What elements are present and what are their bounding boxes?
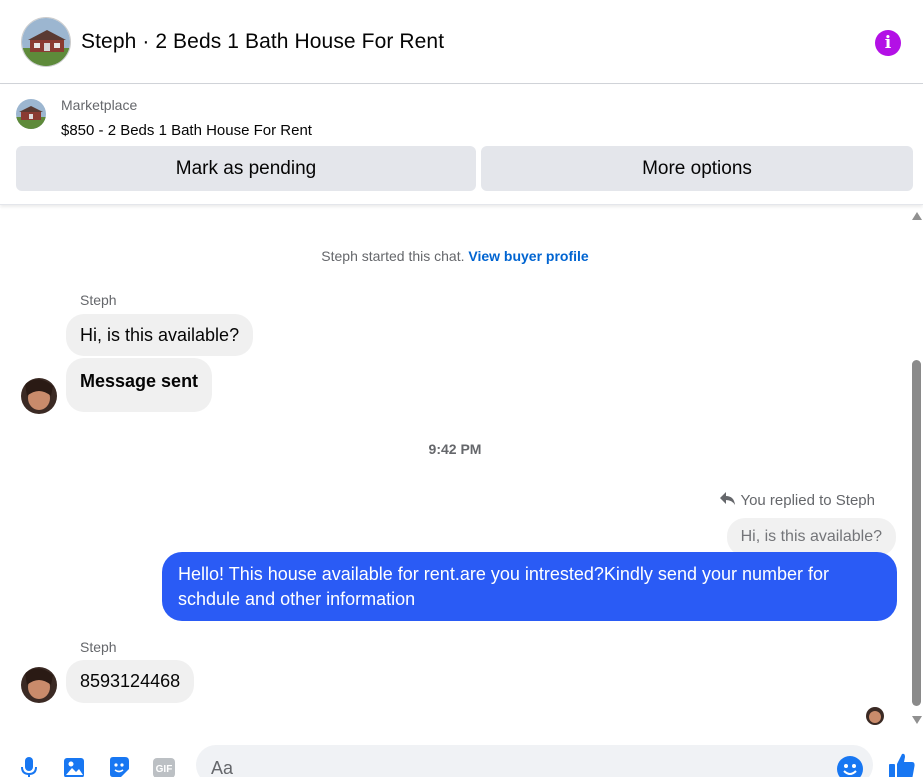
sender-name: Steph — [80, 639, 117, 655]
chat-title: Steph · 2 Beds 1 Bath House For Rent — [81, 29, 445, 53]
chat-started-text: Steph started this chat. — [321, 248, 465, 264]
scroll-up-arrow-icon[interactable] — [912, 212, 922, 220]
scroll-down-arrow-icon[interactable] — [912, 716, 922, 724]
photo-icon[interactable] — [62, 755, 86, 777]
info-icon[interactable]: i — [875, 30, 901, 56]
view-buyer-profile-link[interactable]: View buyer profile — [468, 248, 588, 264]
sender-avatar[interactable] — [21, 378, 57, 414]
listing-thumbnail[interactable] — [16, 99, 46, 129]
listing-avatar[interactable] — [21, 16, 71, 67]
message-thread: Steph started this chat. View buyer prof… — [0, 206, 910, 741]
chat-started-notice: Steph started this chat. View buyer prof… — [0, 248, 910, 264]
seen-indicator-avatar — [866, 707, 884, 725]
scrollbar-thumb[interactable] — [912, 360, 921, 706]
mark-as-pending-button[interactable]: Mark as pending — [16, 146, 476, 191]
message-input[interactable] — [211, 745, 811, 777]
gif-icon[interactable]: GIF — [152, 755, 176, 777]
thread-scrollbar[interactable] — [910, 206, 923, 731]
incoming-message[interactable]: Message sent — [66, 358, 213, 412]
incoming-message[interactable]: Hi, is this available? — [66, 314, 254, 356]
more-options-button[interactable]: More options — [481, 146, 913, 191]
outgoing-message[interactable]: Hello! This house available for rent.are… — [162, 552, 897, 621]
message-input-container[interactable] — [196, 745, 873, 777]
reply-arrow-icon — [720, 492, 736, 509]
reply-note-text: You replied to Steph — [740, 492, 875, 509]
messenger-chat-window: Steph · 2 Beds 1 Bath House For Rent i M… — [0, 0, 923, 777]
thumbs-up-icon[interactable] — [887, 751, 917, 777]
sender-avatar[interactable] — [21, 667, 57, 703]
microphone-icon[interactable] — [17, 755, 41, 777]
reply-note: You replied to Steph — [720, 492, 875, 509]
gif-icon-label: GIF — [156, 764, 173, 775]
message-composer: GIF — [0, 741, 923, 777]
quoted-message[interactable]: Hi, is this available? — [726, 518, 896, 556]
listing-title[interactable]: $850 - 2 Beds 1 Bath House For Rent — [61, 122, 312, 139]
sender-name: Steph — [80, 292, 117, 308]
emoji-icon[interactable] — [837, 756, 863, 777]
marketplace-listing-card: Marketplace $850 - 2 Beds 1 Bath House F… — [0, 85, 923, 205]
message-timestamp: 9:42 PM — [428, 441, 482, 457]
incoming-message[interactable]: 8593124468 — [66, 660, 195, 703]
sticker-icon[interactable] — [107, 755, 131, 777]
listing-source: Marketplace — [61, 97, 138, 113]
chat-header: Steph · 2 Beds 1 Bath House For Rent i — [0, 0, 923, 84]
